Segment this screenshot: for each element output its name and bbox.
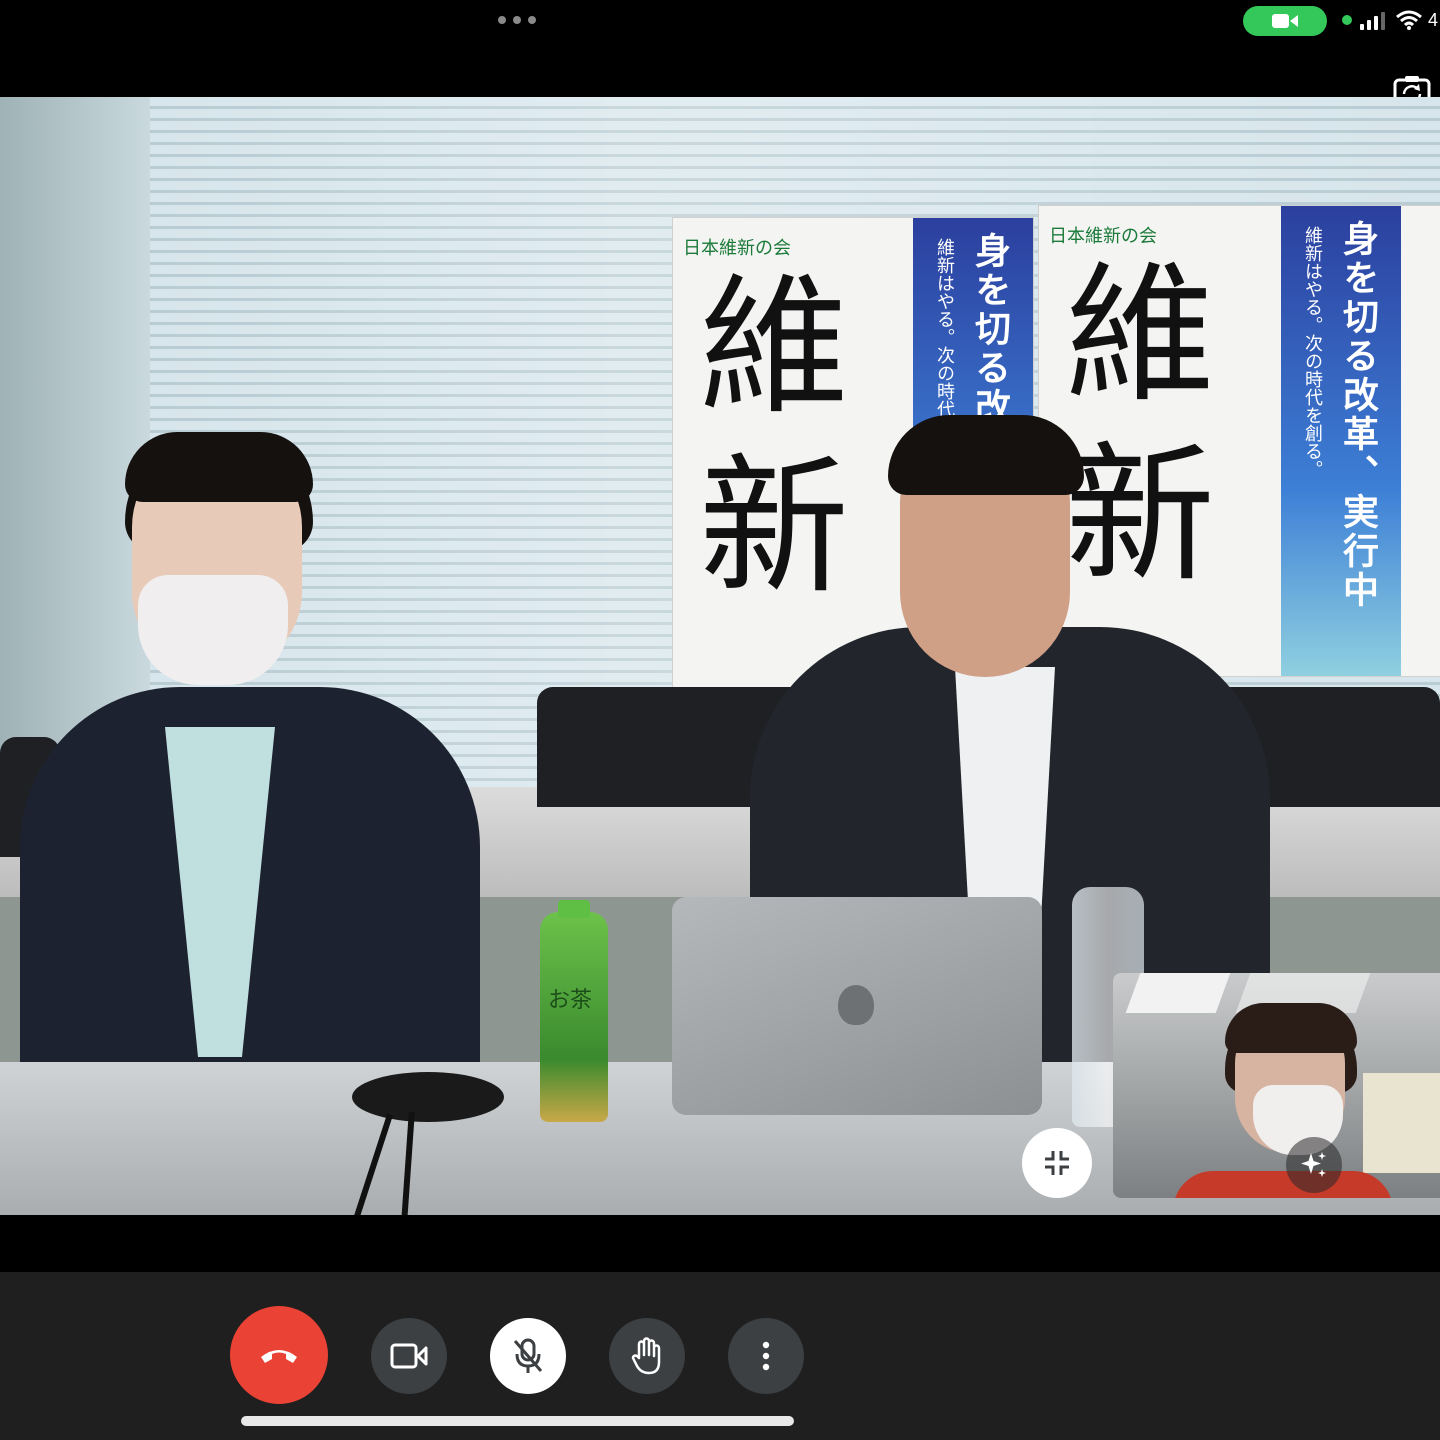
video-camera-icon[interactable] (1243, 6, 1327, 36)
green-activity-dot-icon (1342, 15, 1352, 25)
battery-text: 4 (1428, 10, 1439, 30)
poster-brand: 日本維新の会 (683, 238, 791, 259)
more-vertical-icon (762, 1341, 770, 1371)
call-controls-bar (0, 1272, 1440, 1440)
poster-big-text: 維新 (1065, 249, 1216, 603)
microphone-off-icon (513, 1338, 543, 1373)
raise-hand-button[interactable] (609, 1318, 685, 1394)
poster-brand: 日本維新の会 (1049, 226, 1157, 247)
conference-speaker (352, 1072, 504, 1122)
wifi-icon (1396, 10, 1422, 34)
phone-hangup-icon (261, 1350, 297, 1363)
poster-subtext: 維新はやる。次の時代を創る。 (1302, 226, 1323, 478)
effects-button[interactable] (1286, 1137, 1342, 1193)
home-indicator[interactable] (241, 1416, 794, 1426)
more-options-button[interactable] (728, 1318, 804, 1394)
status-bar: 4 (0, 0, 1440, 44)
poster-headline: 身を切る改革、実行中 (1337, 220, 1378, 610)
sparkle-icon (1301, 1152, 1326, 1177)
more-dots-icon[interactable] (498, 16, 536, 24)
raise-hand-icon (631, 1337, 661, 1375)
laptop (672, 897, 1042, 1115)
cellular-signal-icon (1360, 12, 1385, 30)
collapse-arrows-icon (1045, 1151, 1069, 1175)
collapse-button[interactable] (1022, 1128, 1092, 1198)
poster-big-text: 維新 (699, 261, 850, 615)
camera-toggle-button[interactable] (371, 1318, 447, 1394)
apple-logo-icon (838, 985, 874, 1025)
tea-label: お茶 (548, 988, 593, 1013)
face-mask (138, 575, 288, 685)
video-camera-icon (390, 1343, 428, 1369)
tea-bottle: お茶 (540, 900, 608, 1122)
self-view-video[interactable] (1113, 973, 1440, 1198)
campaign-poster: 日本維新の会 維新 身を切る改革、実行中 維新はやる。次の時代を創る。 (1038, 205, 1440, 677)
end-call-button[interactable] (230, 1306, 328, 1404)
microphone-muted-button[interactable] (490, 1318, 566, 1394)
